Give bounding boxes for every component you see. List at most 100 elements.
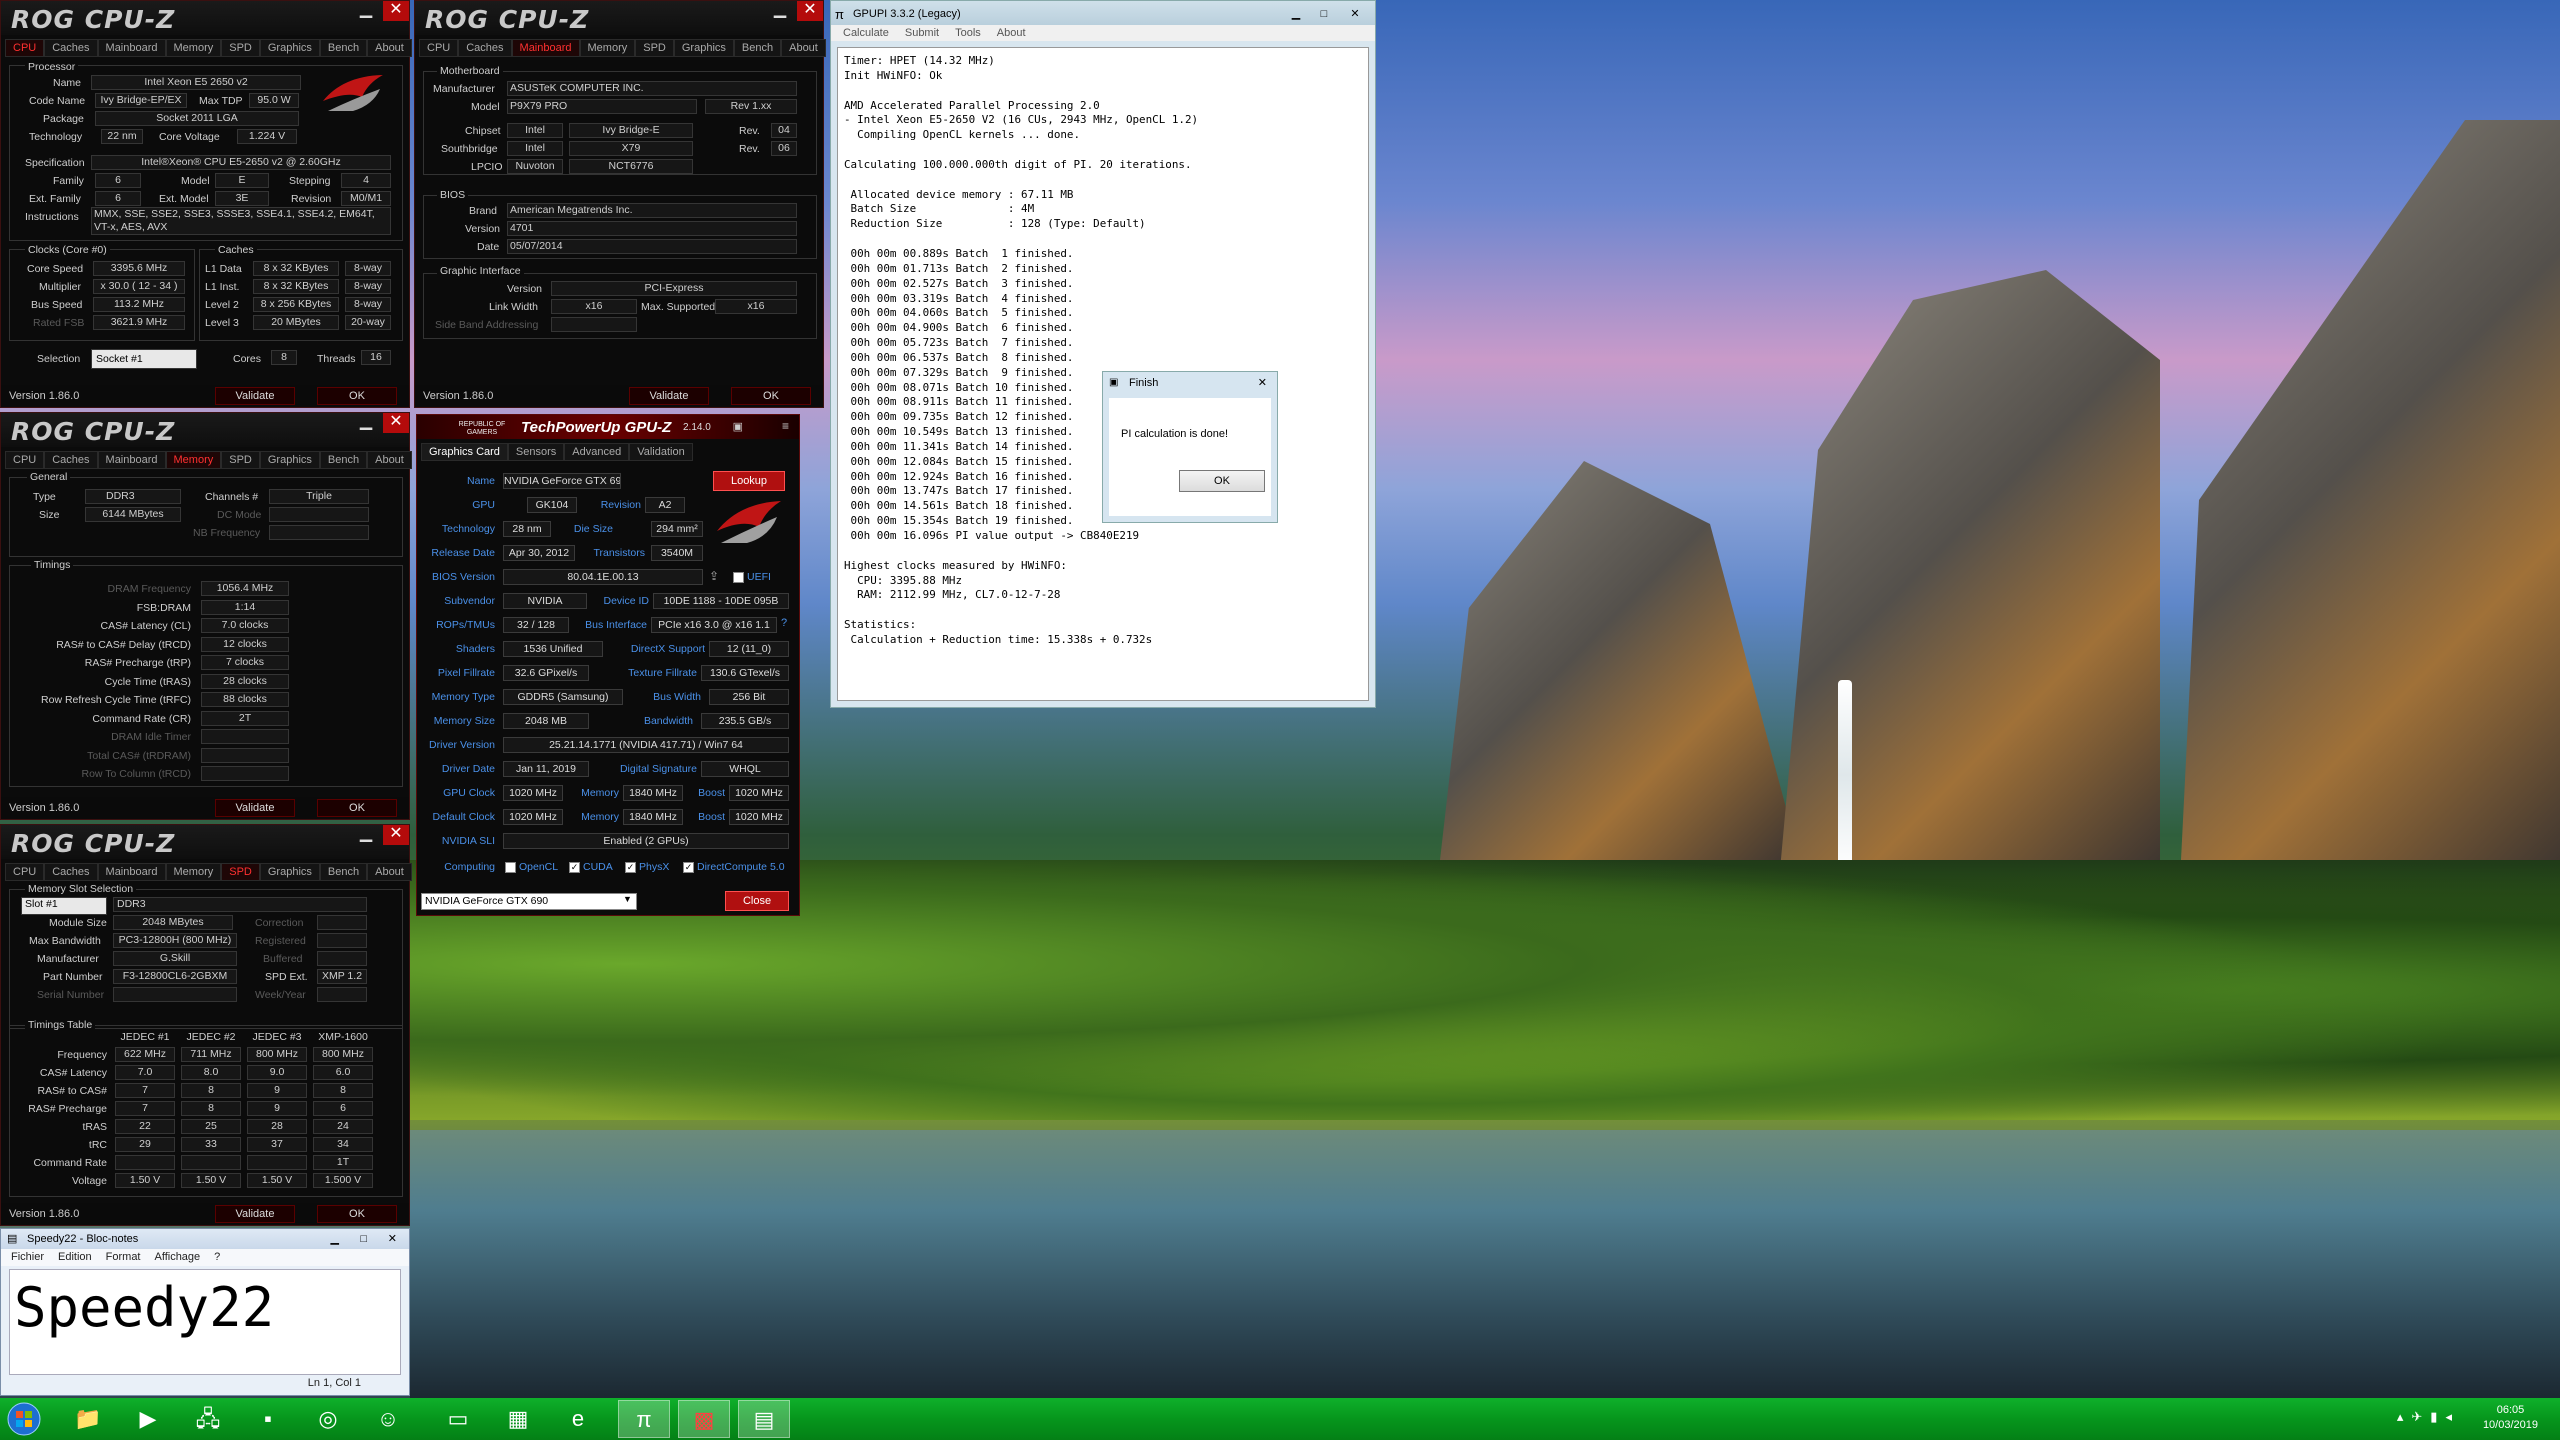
minimize-icon[interactable]: ▁: [353, 1, 379, 21]
menu-tools[interactable]: Tools: [955, 25, 981, 41]
gpupi-titlebar[interactable]: π GPUPI 3.3.2 (Legacy) ▁ □ ✕: [831, 1, 1375, 25]
menu-about[interactable]: About: [997, 25, 1026, 41]
tab-about[interactable]: About: [367, 863, 412, 881]
network-icon[interactable]: 🖧: [182, 1400, 234, 1438]
validate-button[interactable]: Validate: [629, 387, 709, 405]
maximize-icon[interactable]: □: [1313, 1, 1335, 27]
tab-validation[interactable]: Validation: [629, 443, 693, 461]
tab-bench[interactable]: Bench: [319, 39, 368, 57]
tab-cpu[interactable]: CPU: [5, 451, 45, 469]
directcompute-checkbox[interactable]: ✓: [683, 862, 694, 873]
tab-mainboard[interactable]: Mainboard: [97, 863, 166, 881]
tab-graphics[interactable]: Graphics: [259, 39, 320, 57]
validate-button[interactable]: Validate: [215, 799, 295, 817]
start-button[interactable]: [0, 1400, 48, 1438]
tab-spd[interactable]: SPD: [635, 39, 674, 57]
tab-graphics-card[interactable]: Graphics Card: [421, 443, 508, 461]
maximize-icon[interactable]: □: [360, 1229, 367, 1249]
cuda-checkbox[interactable]: ✓: [569, 862, 580, 873]
tab-about[interactable]: About: [367, 451, 412, 469]
physx-checkbox[interactable]: ✓: [625, 862, 636, 873]
validate-button[interactable]: Validate: [215, 1205, 295, 1223]
cpuz-cpu-titlebar[interactable]: ROG CPU-Z ▁ ✕: [1, 1, 409, 35]
tab-cpu[interactable]: CPU: [5, 863, 45, 881]
explorer-icon[interactable]: 📁: [62, 1400, 114, 1438]
tab-memory[interactable]: Memory: [165, 451, 222, 469]
tab-caches[interactable]: Caches: [44, 39, 98, 57]
close-icon[interactable]: ✕: [383, 825, 409, 845]
ok-button[interactable]: OK: [317, 799, 397, 817]
menu-fichier[interactable]: Fichier: [11, 1249, 44, 1266]
minimize-icon[interactable]: ▁: [353, 413, 379, 433]
ok-button[interactable]: OK: [731, 387, 811, 405]
tab-bench[interactable]: Bench: [319, 863, 368, 881]
tab-advanced[interactable]: Advanced: [564, 443, 630, 461]
tab-cpu[interactable]: CPU: [5, 39, 45, 57]
tab-cpu[interactable]: CPU: [419, 39, 459, 57]
tab-spd[interactable]: SPD: [221, 39, 260, 57]
calculator-icon[interactable]: ▦: [492, 1400, 544, 1438]
help-icon[interactable]: ?: [781, 617, 787, 629]
ok-button[interactable]: OK: [317, 387, 397, 405]
close-icon[interactable]: ✕: [383, 413, 409, 433]
tab-caches[interactable]: Caches: [44, 451, 98, 469]
app-icon-3[interactable]: ▭: [432, 1400, 484, 1438]
tab-memory[interactable]: Memory: [165, 39, 222, 57]
menu-help[interactable]: ?: [214, 1249, 220, 1266]
tab-mainboard[interactable]: Mainboard: [511, 39, 580, 57]
menu-submit[interactable]: Submit: [905, 25, 939, 41]
validate-button[interactable]: Validate: [215, 387, 295, 405]
system-tray[interactable]: ▴✈▮◂: [2397, 1409, 2460, 1425]
opencl-checkbox[interactable]: [505, 862, 516, 873]
minimize-icon[interactable]: ▁: [353, 825, 379, 845]
tab-memory[interactable]: Memory: [579, 39, 636, 57]
tab-graphics[interactable]: Graphics: [673, 39, 734, 57]
ok-button[interactable]: OK: [1179, 470, 1265, 492]
app-icon-1[interactable]: ◎: [302, 1400, 354, 1438]
close-button[interactable]: Close: [725, 891, 789, 911]
minimize-icon[interactable]: ▁: [767, 1, 793, 21]
dialog-titlebar[interactable]: ▣ Finish ✕: [1103, 372, 1277, 394]
cpuz-mainboard-titlebar[interactable]: ROG CPU-Z ▁ ✕: [415, 1, 823, 35]
selection-dropdown[interactable]: Socket #1: [91, 349, 197, 369]
terminal-icon[interactable]: ▪: [242, 1400, 294, 1438]
tab-about[interactable]: About: [781, 39, 826, 57]
tab-mainboard[interactable]: Mainboard: [97, 39, 166, 57]
menu-format[interactable]: Format: [106, 1249, 141, 1266]
app-icon-2[interactable]: ☺: [362, 1400, 414, 1438]
uefi-checkbox[interactable]: [733, 572, 744, 583]
tab-spd[interactable]: SPD: [221, 863, 260, 881]
tab-caches[interactable]: Caches: [458, 39, 512, 57]
tab-graphics[interactable]: Graphics: [259, 451, 320, 469]
tab-about[interactable]: About: [367, 39, 412, 57]
chevron-down-icon[interactable]: ▼: [623, 894, 632, 904]
media-player-icon[interactable]: ▶: [122, 1400, 174, 1438]
menu-calculate[interactable]: Calculate: [843, 25, 889, 41]
close-icon[interactable]: ✕: [797, 1, 823, 21]
close-icon[interactable]: ✕: [388, 1229, 397, 1249]
tab-mainboard[interactable]: Mainboard: [97, 451, 166, 469]
close-icon[interactable]: ✕: [1258, 372, 1267, 394]
text-area[interactable]: Speedy22: [9, 1269, 401, 1375]
lookup-button[interactable]: Lookup: [713, 471, 785, 491]
menu-icon[interactable]: ≡: [782, 419, 789, 433]
slot-dropdown[interactable]: Slot #1: [21, 897, 107, 915]
camera-icon[interactable]: ▣: [733, 420, 743, 433]
notepad-taskbar-icon[interactable]: ▤: [738, 1400, 790, 1438]
tab-caches[interactable]: Caches: [44, 863, 98, 881]
gpupi-taskbar-icon[interactable]: π: [618, 1400, 670, 1438]
notepad-titlebar[interactable]: ▤ Speedy22 - Bloc-notes ▁ □ ✕: [1, 1229, 409, 1249]
tab-bench[interactable]: Bench: [319, 451, 368, 469]
menu-affichage[interactable]: Affichage: [155, 1249, 201, 1266]
gpu-select-dropdown[interactable]: NVIDIA GeForce GTX 690: [421, 893, 637, 910]
menu-edition[interactable]: Edition: [58, 1249, 92, 1266]
tab-memory[interactable]: Memory: [165, 863, 222, 881]
close-icon[interactable]: ✕: [383, 1, 409, 21]
gpuz-titlebar[interactable]: REPUBLIC OF GAMERS TechPowerUp GPU-Z 2.1…: [417, 415, 799, 439]
tab-spd[interactable]: SPD: [221, 451, 260, 469]
cpuz-spd-titlebar[interactable]: ROG CPU-Z ▁ ✕: [1, 825, 409, 859]
tab-graphics[interactable]: Graphics: [259, 863, 320, 881]
tab-bench[interactable]: Bench: [733, 39, 782, 57]
minimize-icon[interactable]: ▁: [1285, 1, 1307, 27]
ok-button[interactable]: OK: [317, 1205, 397, 1223]
